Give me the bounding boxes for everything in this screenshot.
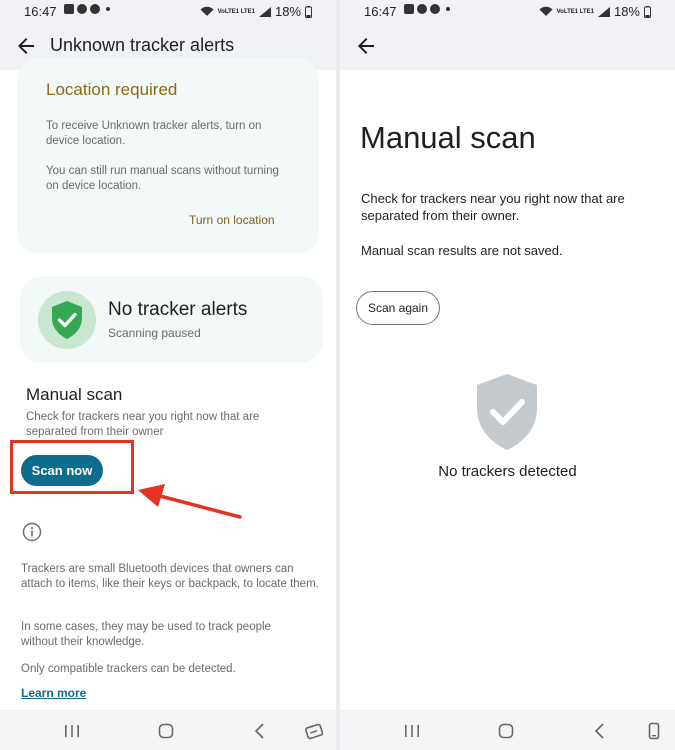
more-notifications-icon — [446, 7, 450, 11]
trackers-info: Trackers are small Bluetooth devices tha… — [21, 563, 319, 590]
back-icon[interactable] — [590, 721, 610, 741]
compatibility-note: Only compatible trackers can be detected… — [21, 663, 236, 675]
scan-again-button[interactable]: Scan again — [356, 291, 440, 325]
notification-icons — [64, 4, 110, 14]
learn-more-link[interactable]: Learn more — [21, 686, 86, 700]
facebook-icon — [430, 4, 440, 14]
status-time: 16:47 — [364, 4, 397, 19]
status-time: 16:47 — [24, 4, 57, 19]
app-bar — [340, 22, 675, 70]
manual-scan-note: You can still run manual scans without t… — [46, 165, 279, 192]
signal-icon — [597, 6, 610, 17]
gallery-icon — [404, 4, 414, 14]
back-icon[interactable] — [250, 721, 270, 741]
right-screen: 16:47 VoLTE1 LTE1 18% Manual scan Check … — [340, 0, 675, 750]
manual-scan-desc: Check for trackers near you right now th… — [26, 411, 260, 438]
status-bar: 16:47 VoLTE1 LTE1 18% — [0, 0, 336, 22]
facebook-icon — [90, 4, 100, 14]
scanning-status: Scanning paused — [108, 326, 201, 340]
recents-icon[interactable] — [402, 721, 422, 741]
shield-check-icon — [52, 301, 82, 339]
status-right: VoLTE1 LTE1 18% — [200, 4, 312, 19]
results-not-saved-note: Manual scan results are not saved. — [361, 243, 563, 258]
notification-icons — [404, 4, 450, 14]
volte-label: VoLTE1 LTE1 — [217, 8, 255, 15]
home-icon[interactable] — [156, 721, 176, 741]
manual-scan-title: Manual scan — [26, 385, 123, 404]
wifi-icon — [200, 6, 214, 16]
location-required-title: Location required — [46, 80, 178, 99]
shield-check-icon — [477, 374, 537, 450]
navigation-bar — [0, 710, 336, 750]
facebook-icon — [417, 4, 427, 14]
tracking-warning: In some cases, they may be used to track… — [21, 621, 271, 648]
gallery-icon — [64, 4, 74, 14]
battery-percent: 18% — [274, 4, 301, 19]
turn-on-location-button[interactable]: Turn on location — [189, 213, 275, 227]
status-bar: 16:47 VoLTE1 LTE1 18% — [340, 0, 675, 22]
manual-scan-desc: Check for trackers near you right now th… — [361, 191, 625, 223]
signal-icon — [258, 6, 271, 17]
status-right: VoLTE1 LTE1 18% — [539, 4, 651, 19]
more-notifications-icon — [106, 7, 110, 11]
no-tracker-alerts-title: No tracker alerts — [108, 299, 248, 320]
navigation-bar — [340, 710, 675, 750]
left-screen: 16:47 VoLTE1 LTE1 18% Unknown tracker al… — [0, 0, 336, 750]
page-title: Unknown tracker alerts — [50, 35, 235, 55]
facebook-icon — [77, 4, 87, 14]
manual-scan-heading: Manual scan — [360, 120, 536, 155]
battery-icon — [644, 5, 651, 18]
back-arrow-icon[interactable] — [14, 34, 38, 58]
scan-result-text: No trackers detected — [438, 463, 577, 480]
battery-icon — [305, 5, 312, 18]
red-arrow-annotation — [138, 484, 242, 519]
volte-label: VoLTE1 LTE1 — [556, 8, 594, 15]
battery-percent: 18% — [613, 4, 640, 19]
rotate-phone-icon[interactable] — [644, 721, 664, 741]
highlight-box — [10, 440, 134, 494]
back-arrow-icon[interactable] — [354, 34, 378, 58]
location-desc: To receive Unknown tracker alerts, turn … — [46, 120, 262, 147]
recents-icon[interactable] — [62, 721, 82, 741]
wifi-icon — [539, 6, 553, 16]
home-icon[interactable] — [496, 721, 516, 741]
info-icon — [22, 522, 42, 542]
keyboard-icon[interactable] — [304, 721, 324, 741]
